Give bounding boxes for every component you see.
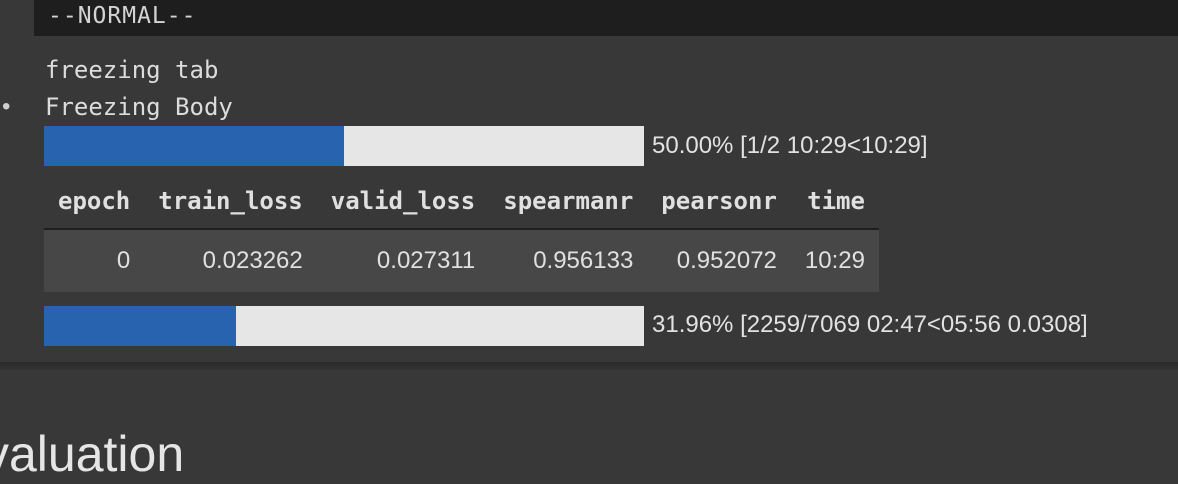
cell-train-loss: 0.023262: [144, 229, 317, 292]
batch-progress-fill: [44, 306, 236, 346]
header-epoch: epoch: [44, 174, 145, 230]
vim-status-bar: --NORMAL--: [34, 0, 1178, 36]
cell-pearsonr: 0.952072: [647, 229, 791, 292]
cell-spearmanr: 0.956133: [489, 229, 648, 292]
header-pearsonr: pearsonr: [647, 174, 791, 230]
cell-output-area: • freezing tab Freezing Body 50.00% [1/2…: [0, 36, 1178, 362]
metrics-table: epoch train_loss valid_loss spearmanr pe…: [44, 174, 879, 292]
table-row: 0 0.023262 0.027311 0.956133 0.952072 10…: [44, 229, 879, 292]
header-time: time: [790, 174, 879, 230]
vim-mode-indicator: --NORMAL--: [48, 3, 197, 29]
cell-time: 10:29: [790, 229, 879, 292]
section-heading: valuation: [0, 426, 185, 482]
metrics-header-row: epoch train_loss valid_loss spearmanr pe…: [44, 174, 879, 230]
output-line-freezing-body: Freezing Body: [45, 93, 233, 121]
header-spearmanr: spearmanr: [489, 174, 648, 230]
epoch-progress-text: 50.00% [1/2 10:29<10:29]: [652, 132, 928, 159]
header-valid-loss: valid_loss: [316, 174, 490, 230]
epoch-progress-bar: [44, 126, 644, 166]
batch-progress-text: 31.96% [2259/7069 02:47<05:56 0.0308]: [652, 311, 1088, 338]
cell-epoch: 0: [44, 229, 145, 292]
output-line-freezing-tab: freezing tab: [45, 56, 219, 84]
cell-divider: [0, 362, 1178, 370]
epoch-progress-fill: [44, 126, 344, 166]
batch-progress-bar: [44, 306, 644, 346]
header-train-loss: train_loss: [144, 174, 317, 230]
cell-valid-loss: 0.027311: [316, 229, 490, 292]
output-bullet: •: [2, 93, 11, 120]
